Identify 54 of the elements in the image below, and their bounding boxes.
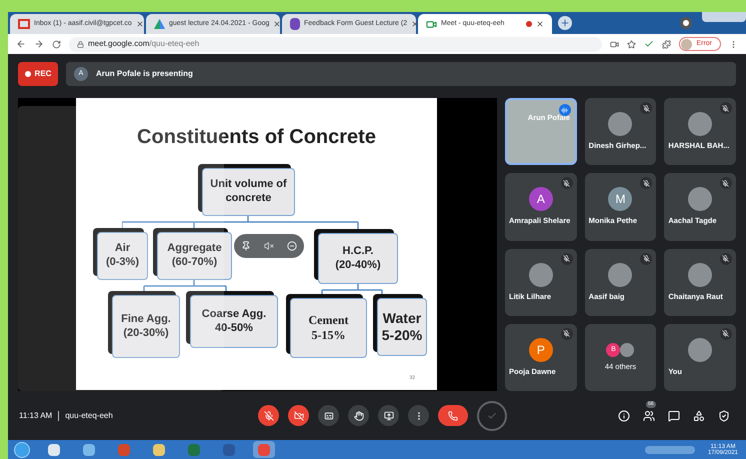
mail-icon <box>18 19 30 29</box>
back-icon[interactable] <box>16 39 26 49</box>
check-button[interactable] <box>477 400 507 430</box>
host-controls-icon[interactable] <box>718 410 730 422</box>
captions-icon <box>324 410 334 420</box>
forward-icon[interactable] <box>34 39 44 49</box>
hand-icon <box>354 410 364 420</box>
more-button[interactable] <box>408 405 429 426</box>
recording-badge: REC <box>18 62 58 86</box>
leave-button[interactable] <box>438 405 468 426</box>
close-icon[interactable] <box>411 20 420 28</box>
star-icon[interactable] <box>627 40 636 48</box>
activities-icon[interactable] <box>693 410 705 422</box>
check-icon <box>487 410 497 420</box>
form-icon <box>290 18 300 30</box>
letter-avatar: P <box>528 338 553 362</box>
avatar-icon <box>681 38 692 50</box>
meeting-time: 11:13 AM <box>19 410 52 422</box>
pin-icon[interactable] <box>240 241 251 251</box>
presenting-text: Arun Pofale is presenting <box>96 68 193 80</box>
present-button[interactable] <box>378 405 399 426</box>
chat-icon[interactable] <box>668 410 680 422</box>
hand-button[interactable] <box>348 405 369 426</box>
triangle-icon <box>154 19 165 29</box>
account-icon[interactable] <box>680 17 692 29</box>
letter-avatar: M <box>608 187 632 212</box>
reload-icon[interactable] <box>52 40 61 48</box>
remove-icon[interactable] <box>287 241 298 251</box>
captions-button[interactable] <box>318 405 339 426</box>
camera-off-icon <box>294 410 304 420</box>
slide-title: Constituents of Concrete <box>136 125 377 150</box>
mute-icon[interactable] <box>264 241 274 251</box>
video-icon <box>426 18 437 30</box>
info-icon[interactable] <box>618 410 630 422</box>
extensions-icon[interactable] <box>662 40 672 48</box>
present-screen-icon <box>384 410 394 420</box>
microphone-off-icon <box>264 410 274 420</box>
people-icon[interactable] <box>643 410 655 422</box>
phone-icon <box>448 410 458 420</box>
url-field[interactable]: meet.google.com/quu-eteq-eeh <box>69 36 602 52</box>
camera-icon[interactable] <box>610 40 620 48</box>
lock-icon[interactable] <box>77 40 84 48</box>
camera-button[interactable] <box>288 405 309 426</box>
start-button[interactable] <box>14 442 30 458</box>
video-placeholder <box>507 100 575 164</box>
close-icon[interactable] <box>273 20 282 28</box>
close-icon[interactable] <box>536 20 544 28</box>
plus-icon <box>560 18 570 28</box>
mic-button[interactable] <box>258 405 279 426</box>
new-tab-button[interactable] <box>558 16 572 30</box>
check-icon[interactable] <box>644 39 654 49</box>
letter-avatar: A <box>528 187 553 212</box>
close-icon[interactable] <box>136 20 144 28</box>
meeting-code: quu-eteq-eeh <box>65 410 113 422</box>
